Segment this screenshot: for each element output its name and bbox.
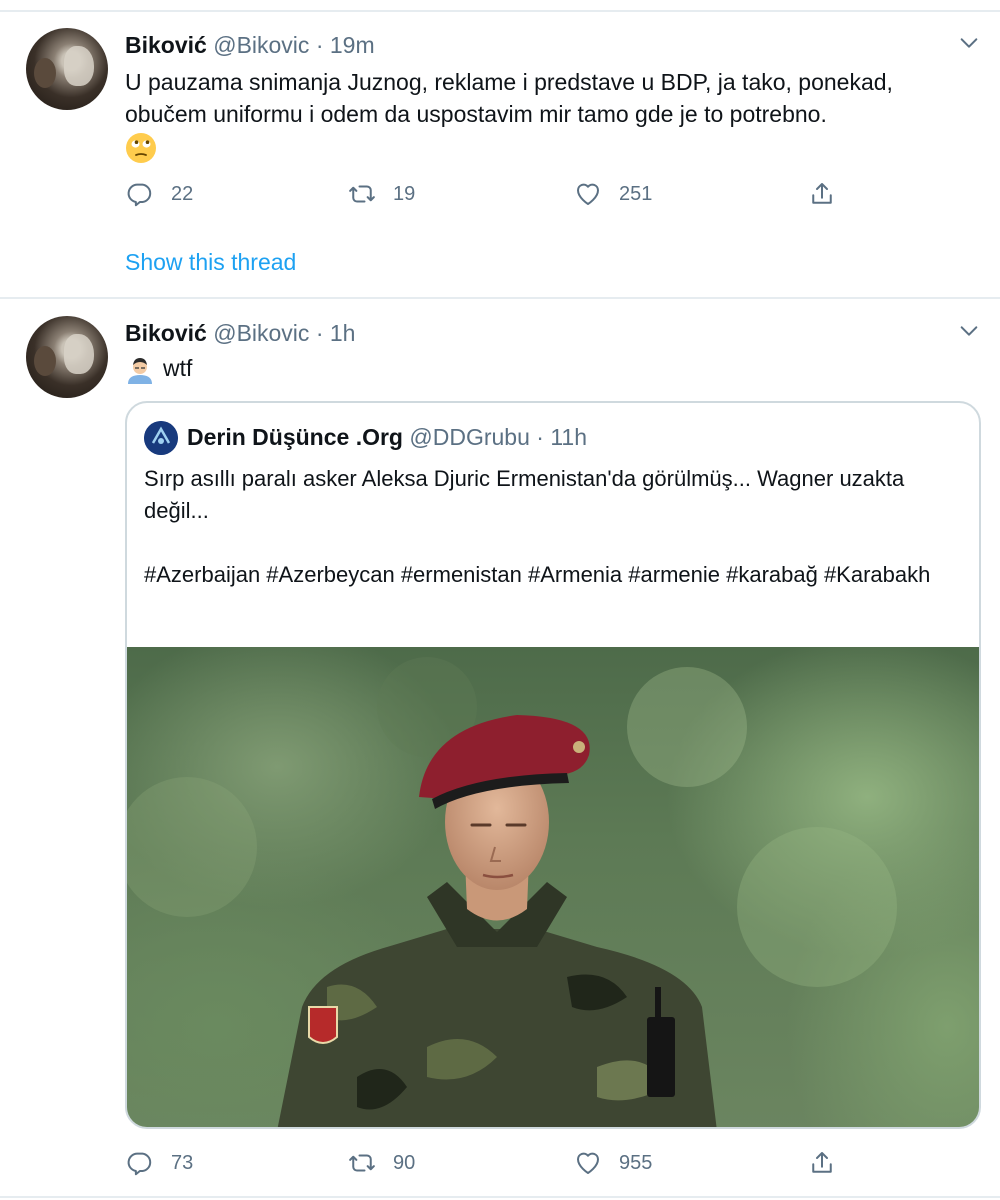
quoted-tweet-card[interactable]: Derin Düşünce .Org @DDGrubu · 11h Sırp a… <box>125 401 981 1129</box>
chevron-down-icon[interactable] <box>958 32 980 54</box>
eye-roll-emoji <box>126 132 156 163</box>
tweet-actions: 73 90 955 <box>125 1146 865 1180</box>
tweet-actions: 22 19 251 <box>125 177 865 211</box>
display-name[interactable]: Biković <box>125 32 207 58</box>
display-name[interactable]: Biković <box>125 320 207 346</box>
share-button[interactable] <box>807 177 837 211</box>
tweet-header: Biković @Bikovic · 1h <box>125 320 355 347</box>
tweet-1[interactable]: Biković @Bikovic · 19m U pauzama snimanj… <box>0 0 1000 298</box>
soldier-in-red-beret-photo[interactable] <box>127 647 979 1127</box>
tweet-text: wtf <box>125 352 965 385</box>
reply-count: 22 <box>171 182 194 205</box>
retweet-count: 19 <box>393 182 416 205</box>
retweet-count: 90 <box>393 1151 416 1174</box>
like-button[interactable]: 251 <box>573 177 652 211</box>
retweet-icon <box>349 185 375 203</box>
chevron-down-icon[interactable] <box>958 320 980 342</box>
separator-dot: · <box>315 320 324 346</box>
photo-illustration <box>127 657 897 1127</box>
quoted-tweet-text: Sırp asıllı paralı asker Aleksa Djuric E… <box>144 463 944 591</box>
heart-icon <box>577 1152 599 1174</box>
retweet-icon <box>349 1154 375 1172</box>
separator-dot: · <box>536 424 544 450</box>
like-button[interactable]: 955 <box>573 1146 652 1180</box>
show-thread-link[interactable]: Show this thread <box>125 249 296 276</box>
quoted-avatar-logo <box>144 421 178 455</box>
bottom-divider <box>0 1196 1000 1198</box>
retweet-button[interactable]: 90 <box>347 1146 415 1180</box>
tweet-header: Biković @Bikovic · 19m <box>125 32 375 59</box>
share-icon <box>812 1152 832 1173</box>
retweet-button[interactable]: 19 <box>347 177 415 211</box>
reply-button[interactable]: 22 <box>125 177 193 211</box>
quoted-user-handle[interactable]: @DDGrubu <box>409 424 530 450</box>
user-handle[interactable]: @Bikovic <box>213 32 309 58</box>
tweet-text: U pauzama snimanja Juznog, reklame i pre… <box>125 66 965 164</box>
quoted-tweet-body: Sırp asıllı paralı asker Aleksa Djuric E… <box>144 466 905 523</box>
heart-icon <box>577 183 599 205</box>
quoted-timestamp[interactable]: 11h <box>550 424 587 450</box>
timestamp[interactable]: 19m <box>330 32 375 58</box>
quoted-tweet-header: Derin Düşünce .Org @DDGrubu · 11h <box>187 424 587 451</box>
like-count: 251 <box>619 182 653 205</box>
quoted-hashtags[interactable]: #Azerbaijan #Azerbeycan #ermenistan #Arm… <box>144 559 944 591</box>
avatar[interactable] <box>26 316 108 398</box>
quoted-display-name[interactable]: Derin Düşünce .Org <box>187 424 403 450</box>
quoted-avatar[interactable] <box>144 421 178 455</box>
share-button[interactable] <box>807 1146 837 1180</box>
reply-count: 73 <box>171 1151 194 1174</box>
like-count: 955 <box>619 1151 653 1174</box>
timestamp[interactable]: 1h <box>330 320 356 346</box>
tweet-body: wtf <box>163 355 193 381</box>
facepalm-emoji <box>128 357 152 384</box>
share-icon <box>812 183 832 204</box>
avatar[interactable] <box>26 28 108 110</box>
separator-dot: · <box>315 32 324 58</box>
reply-icon <box>127 183 152 207</box>
reply-icon <box>127 1152 152 1176</box>
tweet-body: U pauzama snimanja Juznog, reklame i pre… <box>125 69 893 127</box>
reply-button[interactable]: 73 <box>125 1146 193 1180</box>
user-handle[interactable]: @Bikovic <box>213 320 309 346</box>
